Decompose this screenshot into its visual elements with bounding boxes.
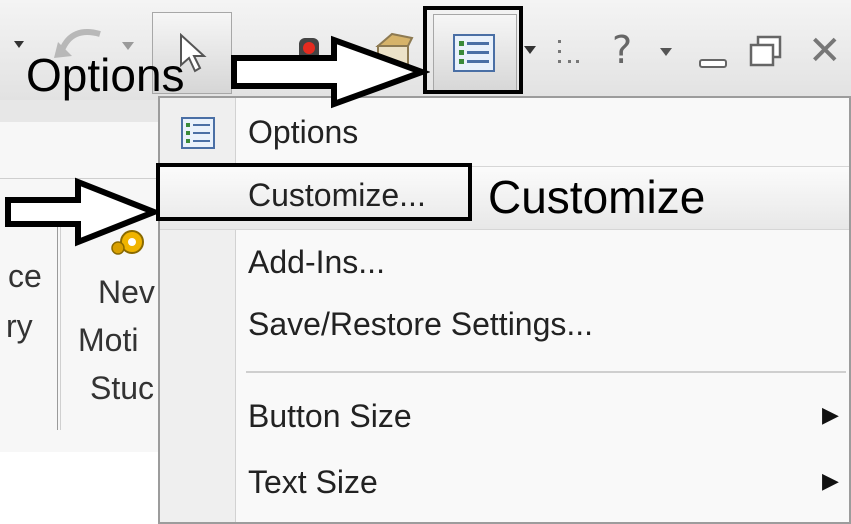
ribbon-partial-label-bottom: ry [6, 308, 33, 344]
new-motion-study-line3: Stuc [90, 370, 155, 406]
menu-item-label: Save/Restore Settings... [248, 306, 594, 342]
menu-item-label: Text Size [248, 464, 378, 500]
annotation-highlight-customize [156, 163, 472, 221]
new-motion-study-button[interactable]: Nev Moti Stuc [72, 226, 162, 416]
minimize-icon[interactable] [698, 46, 730, 70]
menu-item-button-size[interactable]: Button Size ▶ [160, 386, 849, 450]
toolbar-overflow-icon[interactable] [14, 36, 24, 48]
close-icon[interactable]: ✕ [808, 28, 842, 74]
menu-item-label: Button Size [248, 398, 412, 434]
submenu-arrow-icon: ▶ [822, 402, 839, 427]
restore-icon[interactable] [748, 34, 784, 70]
menu-item-label: Add-Ins... [248, 244, 385, 280]
options-icon [181, 117, 215, 149]
grip-icon[interactable] [556, 38, 582, 74]
submenu-arrow-icon: ▶ [822, 468, 839, 493]
menu-separator [246, 371, 846, 373]
annotation-highlight-options-button [423, 6, 523, 94]
menu-item-save-restore-settings[interactable]: Save/Restore Settings... [160, 294, 849, 358]
help-icon[interactable]: ? [612, 28, 632, 72]
menu-item-add-ins[interactable]: Add-Ins... [160, 232, 849, 296]
help-dropdown-arrow-icon[interactable] [660, 48, 674, 58]
ribbon-partial-label-top: ce [8, 258, 42, 294]
options-dropdown-menu: Options Customize... Add-Ins... Save/Res… [158, 96, 851, 524]
options-dropdown-arrow-icon[interactable] [524, 46, 538, 56]
annotation-customize-label: Customize [488, 171, 706, 223]
annotation-options-label: Options [26, 49, 185, 101]
annotation-arrow-customize [5, 177, 160, 247]
menu-item-label: Options [248, 114, 359, 150]
menu-item-options[interactable]: Options [160, 102, 849, 166]
new-motion-study-line2: Moti [78, 322, 139, 358]
new-motion-study-line1: Nev [98, 274, 155, 310]
annotation-arrow-options [231, 35, 430, 109]
menu-item-text-size[interactable]: Text Size ▶ [160, 452, 849, 516]
